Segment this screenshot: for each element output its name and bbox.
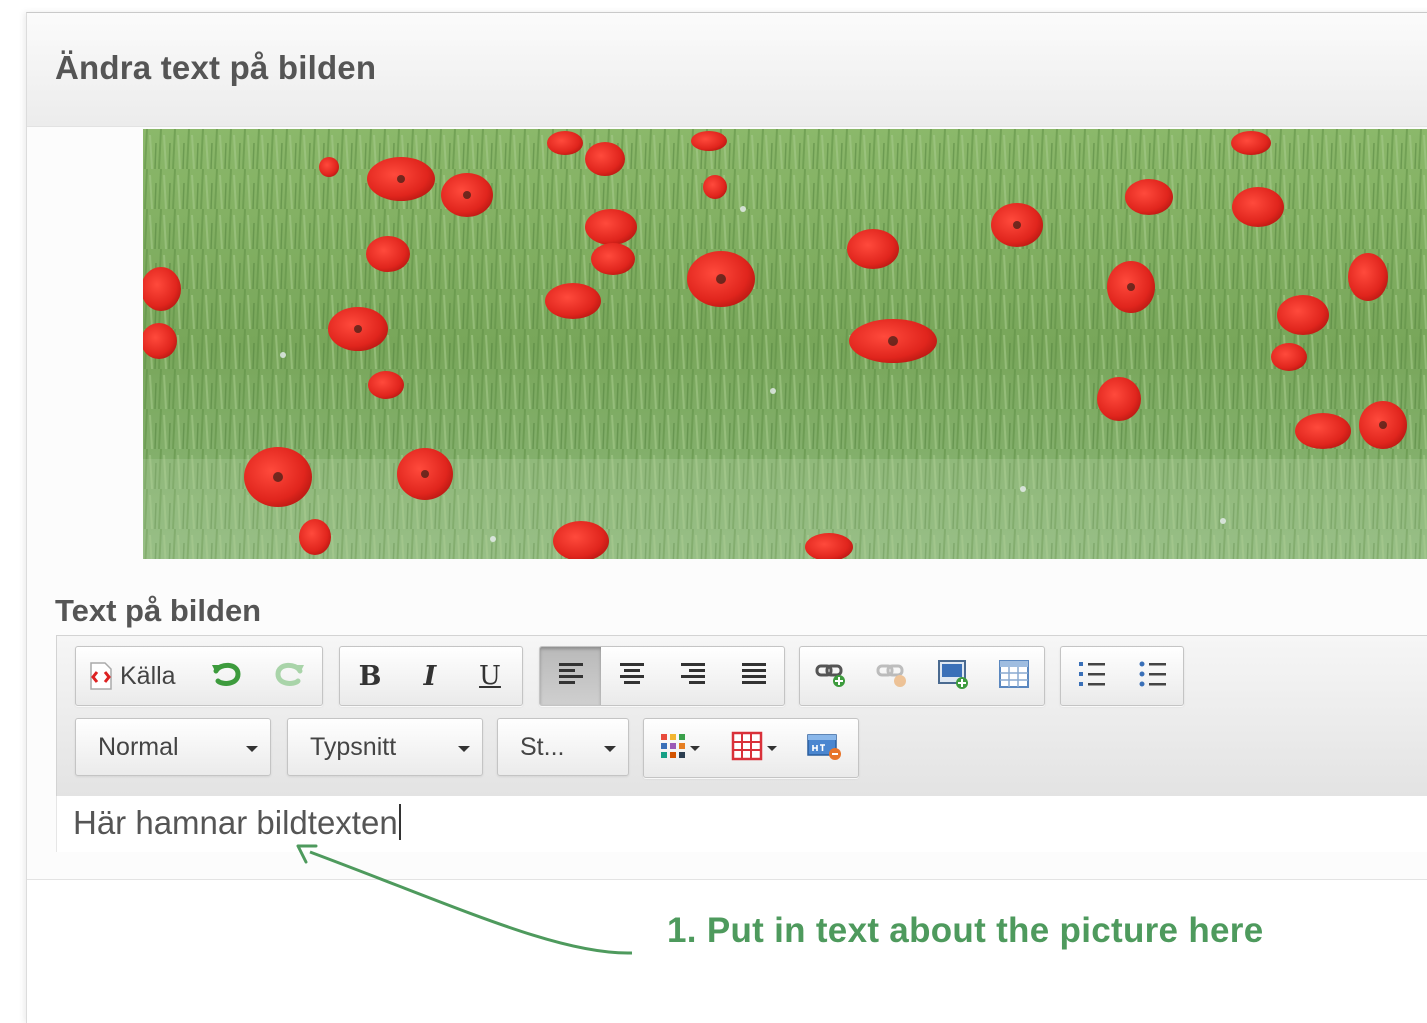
caption-text[interactable]: Här hamnar bildtexten bbox=[73, 804, 401, 842]
html-embed-button[interactable] bbox=[792, 719, 856, 777]
field-label: Text på bilden bbox=[55, 593, 262, 628]
size-select[interactable]: St... bbox=[497, 718, 629, 776]
bold-icon: B bbox=[358, 660, 382, 692]
source-icon bbox=[88, 661, 114, 691]
dialog-body: Text på bilden Källa B I U Normal Typsni… bbox=[27, 127, 1427, 879]
caption-editor[interactable]: Här hamnar bildtexten bbox=[56, 796, 1427, 852]
underline-button[interactable]: U bbox=[460, 647, 520, 705]
caption-value: Här hamnar bildtexten bbox=[73, 804, 398, 841]
table-grid-icon bbox=[731, 731, 763, 766]
html-embed-icon bbox=[806, 731, 842, 766]
undo-button[interactable] bbox=[196, 647, 258, 705]
table-grid-button[interactable] bbox=[716, 719, 792, 777]
font-select-label: Typsnitt bbox=[310, 733, 397, 761]
chevron-down-icon bbox=[246, 746, 258, 752]
align-justify-button[interactable] bbox=[723, 647, 784, 705]
align-left-button[interactable] bbox=[540, 647, 601, 705]
toolbar-group-insert bbox=[799, 646, 1045, 706]
poppy-field-image bbox=[143, 129, 1427, 559]
font-select[interactable]: Typsnitt bbox=[287, 718, 483, 776]
toolbar-group-basicstyles: B I U bbox=[339, 646, 523, 706]
underline-icon: U bbox=[479, 661, 501, 691]
format-select-label: Normal bbox=[98, 733, 179, 761]
italic-button[interactable]: I bbox=[400, 647, 460, 705]
text-color-icon bbox=[660, 733, 686, 764]
text-caret bbox=[398, 804, 401, 840]
source-label: Källa bbox=[120, 661, 176, 690]
image-icon bbox=[936, 658, 970, 695]
align-right-icon bbox=[679, 661, 707, 692]
editor-toolbar: Källa B I U Normal Typsnitt St... bbox=[56, 635, 1427, 797]
italic-icon: I bbox=[423, 660, 437, 692]
dialog-header: Ändra text på bilden bbox=[27, 13, 1427, 127]
redo-button[interactable] bbox=[258, 647, 320, 705]
numbered-list-icon bbox=[1077, 659, 1107, 694]
align-justify-icon bbox=[740, 661, 768, 692]
redo-icon bbox=[272, 659, 306, 694]
chevron-down-icon bbox=[690, 745, 700, 751]
table-button[interactable] bbox=[983, 647, 1044, 705]
bulleted-list-icon bbox=[1138, 659, 1168, 694]
bulleted-list-button[interactable] bbox=[1122, 647, 1183, 705]
chevron-down-icon bbox=[604, 746, 616, 752]
text-color-button[interactable] bbox=[644, 719, 716, 777]
chevron-down-icon bbox=[458, 746, 470, 752]
align-center-icon bbox=[618, 661, 646, 692]
dialog: Ändra text på bilden Text på bilden Käll… bbox=[26, 12, 1427, 1023]
numbered-list-button[interactable] bbox=[1061, 647, 1122, 705]
toolbar-group-align bbox=[539, 646, 785, 706]
divider bbox=[27, 879, 1427, 880]
toolbar-group-lists bbox=[1060, 646, 1184, 706]
table-icon bbox=[998, 659, 1030, 694]
toolbar-group-document: Källa bbox=[75, 646, 323, 706]
chevron-down-icon bbox=[767, 745, 777, 751]
unlink-button[interactable] bbox=[861, 647, 922, 705]
bold-button[interactable]: B bbox=[340, 647, 400, 705]
unlink-icon bbox=[875, 659, 909, 694]
align-right-button[interactable] bbox=[662, 647, 723, 705]
source-button[interactable]: Källa bbox=[76, 647, 196, 705]
undo-icon bbox=[210, 659, 244, 694]
size-select-label: St... bbox=[520, 733, 565, 761]
align-center-button[interactable] bbox=[601, 647, 662, 705]
image-button[interactable] bbox=[922, 647, 983, 705]
link-icon bbox=[814, 659, 848, 694]
toolbar-group-colors bbox=[643, 718, 859, 778]
annotation-text: 1. Put in text about the picture here bbox=[667, 911, 1264, 950]
link-button[interactable] bbox=[800, 647, 861, 705]
align-left-icon bbox=[557, 661, 585, 692]
dialog-title: Ändra text på bilden bbox=[55, 49, 377, 86]
format-select[interactable]: Normal bbox=[75, 718, 271, 776]
